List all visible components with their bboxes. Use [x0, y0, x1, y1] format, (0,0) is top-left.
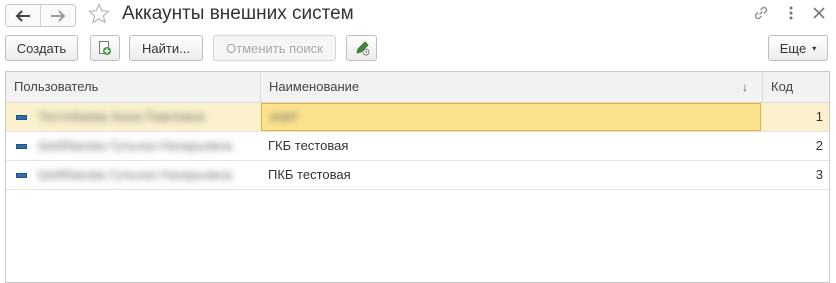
user-name: Тестобаева Анна Павловна [38, 109, 205, 124]
back-arrow-icon [15, 9, 30, 22]
toolbar: Создать Найти... Отменить поиск Еще ▾ [0, 35, 836, 63]
title-bar: Аккаунты внешних систем [0, 0, 836, 30]
chevron-down-icon: ▾ [812, 43, 817, 53]
navigation-group [5, 4, 76, 27]
star-icon[interactable] [88, 3, 110, 25]
create-button[interactable]: Создать [5, 35, 78, 61]
table-header: Пользователь Наименование ↓ Код [6, 72, 829, 103]
name-cell[interactable]: ПКБ тестовая [260, 161, 762, 189]
link-icon[interactable] [752, 4, 770, 22]
column-header-user[interactable]: Пользователь [6, 72, 260, 102]
name-cell[interactable]: ГКБ тестовая [260, 132, 762, 160]
accounts-table[interactable]: Пользователь Наименование ↓ Код Тестобае… [5, 71, 830, 283]
more-vertical-icon[interactable] [786, 4, 796, 22]
page-title: Аккаунты внешних систем [122, 3, 354, 24]
user-cell: Шейбакова Гульназ Назарьевна [38, 161, 253, 189]
more-button[interactable]: Еще ▾ [768, 35, 828, 61]
code-cell: 2 [815, 138, 823, 153]
copy-button[interactable] [90, 35, 120, 61]
pencil-icon [355, 41, 369, 56]
forward-arrow-icon [51, 9, 66, 22]
record-icon [16, 144, 27, 149]
table-row[interactable]: Шейбакова Гульназ Назарьевна ПКБ тестова… [6, 161, 829, 190]
user-name: Шейбакова Гульназ Назарьевна [38, 167, 233, 182]
code-cell: 3 [815, 167, 823, 182]
record-icon [16, 173, 27, 178]
cancel-search-button[interactable]: Отменить поиск [213, 35, 336, 61]
edit-button[interactable] [346, 35, 377, 61]
user-cell: Тестобаева Анна Павловна [38, 103, 253, 131]
name-value: ИФР [270, 110, 298, 125]
copy-add-icon [99, 41, 111, 55]
code-cell: 1 [815, 109, 823, 124]
find-button[interactable]: Найти... [129, 35, 203, 61]
user-name: Шейбакова Гульназ Назарьевна [38, 138, 233, 153]
name-cell[interactable]: ИФР [261, 103, 761, 131]
user-cell: Шейбакова Гульназ Назарьевна [38, 132, 253, 160]
close-icon[interactable] [812, 6, 826, 20]
more-button-label: Еще [779, 40, 807, 56]
column-header-name-label: Наименование [269, 79, 360, 94]
sort-arrow-icon: ↓ [742, 80, 748, 94]
table-row[interactable]: Тестобаева Анна Павловна ИФР 1 [6, 103, 829, 132]
column-header-code[interactable]: Код [762, 72, 829, 102]
forward-button[interactable] [40, 5, 75, 26]
back-button[interactable] [6, 5, 40, 26]
table-row[interactable]: Шейбакова Гульназ Назарьевна ГКБ тестова… [6, 132, 829, 161]
column-header-name[interactable]: Наименование ↓ [260, 72, 762, 102]
record-icon [16, 115, 27, 120]
